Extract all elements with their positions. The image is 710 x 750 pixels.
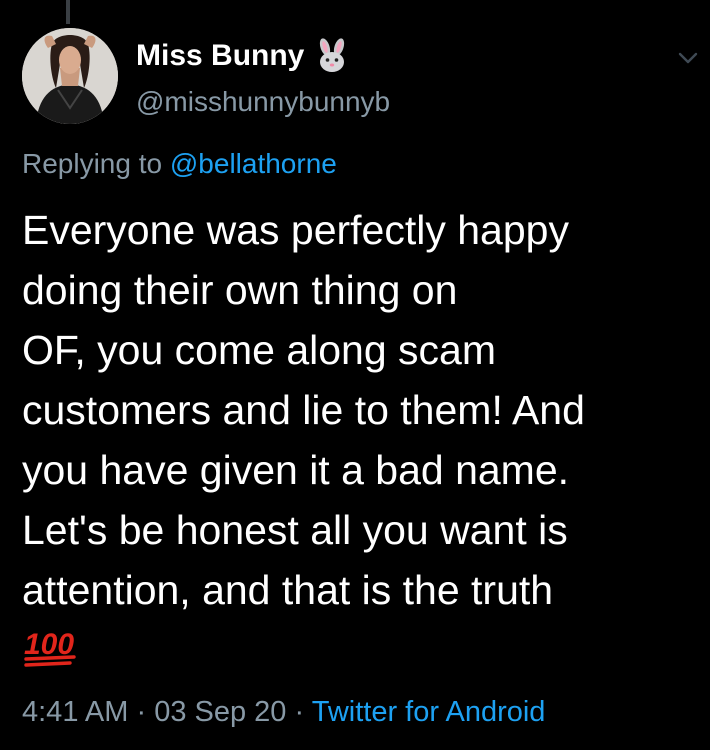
tweet-time: 4:41 AM (22, 696, 129, 728)
replying-to-label: Replying to (22, 148, 163, 179)
thread-connector-line (66, 0, 70, 24)
tweet-metadata: 4:41 AM · 03 Sep 20 · Twitter for Androi… (22, 696, 545, 729)
user-handle[interactable]: @misshunnybunnyb (136, 86, 390, 118)
chevron-down-icon[interactable] (676, 46, 700, 70)
display-name[interactable]: Miss Bunny (136, 39, 304, 73)
rabbit-face-icon (320, 38, 345, 72)
tweet-date: 03 Sep 20 (154, 696, 287, 728)
replying-to-line: Replying to @bellathorne (22, 148, 337, 180)
separator-dot: · (136, 696, 147, 728)
reply-to-link[interactable]: @bellathorne (170, 148, 337, 179)
tweet-text: Everyone was perfectly happy doing their… (22, 207, 585, 613)
hundred-points-icon: 100 (24, 628, 76, 667)
display-name-row[interactable]: Miss Bunny (136, 36, 350, 76)
avatar-image (22, 28, 118, 124)
tweet-source-link[interactable]: Twitter for Android (312, 696, 546, 728)
avatar[interactable] (22, 28, 118, 124)
separator-dot: · (294, 696, 305, 728)
